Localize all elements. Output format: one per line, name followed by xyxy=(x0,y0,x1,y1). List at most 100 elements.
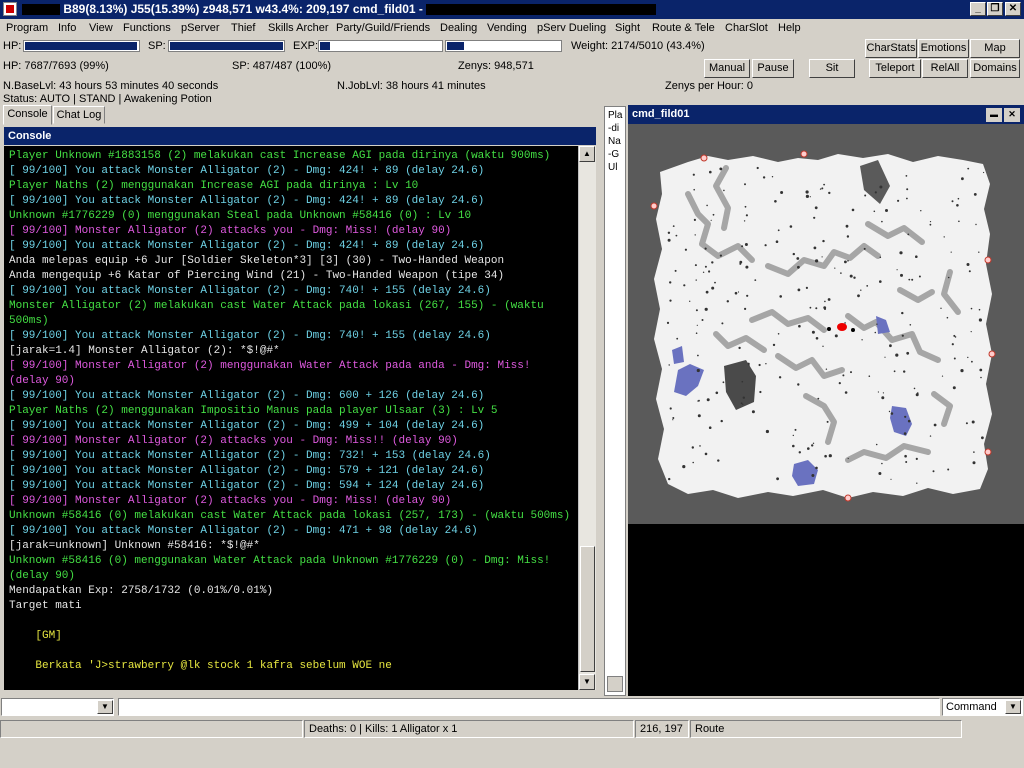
map-obstacle-dot xyxy=(739,262,742,265)
coords-status: 216, 197 xyxy=(635,720,689,738)
domains-button[interactable]: Domains xyxy=(970,59,1020,78)
map-obstacle-dot xyxy=(815,259,819,263)
menu-pserver[interactable]: pServer xyxy=(181,22,220,34)
map-view[interactable] xyxy=(628,124,1024,524)
map-obstacle-dot xyxy=(957,197,960,200)
console-scroll-thumb[interactable] xyxy=(580,546,595,672)
map-obstacle-dot xyxy=(813,246,817,250)
console-line: [ 99/100] You attack Monster Alligator (… xyxy=(9,525,478,537)
command-bar: ▼ Command ▼ xyxy=(0,697,1024,719)
map-obstacle-dot xyxy=(900,273,903,277)
menu-info[interactable]: Info xyxy=(58,22,76,34)
chat-target-dropdown-icon[interactable]: ▼ xyxy=(97,700,113,714)
map-obstacle-dot xyxy=(844,322,846,324)
menu-party-guild-friends[interactable]: Party/Guild/Friends xyxy=(336,22,430,34)
scroll-down-icon[interactable]: ▼ xyxy=(579,674,595,690)
console-scrollbar[interactable]: ▲ ▼ xyxy=(578,146,596,690)
tab-console[interactable]: Console xyxy=(3,105,52,125)
panel-grip-icon[interactable] xyxy=(607,676,623,692)
map-obstacle-dot xyxy=(947,276,950,279)
menu-charslot[interactable]: CharSlot xyxy=(725,22,768,34)
menu-program[interactable]: Program xyxy=(6,22,48,34)
relall-button[interactable]: RelAll xyxy=(922,59,968,78)
map-obstacle-dot xyxy=(929,221,932,223)
map-obstacle-dot xyxy=(764,244,767,247)
menu-vending[interactable]: Vending xyxy=(487,22,527,34)
map-obstacle-dot xyxy=(950,251,952,253)
map-obstacle-dot xyxy=(951,343,954,346)
console-line: [ 99/100] You attack Monster Alligator (… xyxy=(9,390,485,402)
map-obstacle-dot xyxy=(695,332,698,334)
map-obstacle-dot xyxy=(968,270,971,273)
map-obstacle-dot xyxy=(954,336,957,338)
map-obstacle-dot xyxy=(951,200,954,203)
player-list-panel[interactable]: Pla -di Na -G Ul xyxy=(604,106,626,696)
map-obstacle-dot xyxy=(943,236,945,238)
map-obstacle-dot xyxy=(667,231,671,234)
map-obstacle-dot xyxy=(965,422,968,425)
map-obstacle-dot xyxy=(719,167,723,171)
charstats-button[interactable]: CharStats xyxy=(865,39,917,58)
map-obstacle-dot xyxy=(915,255,918,258)
map-obstacle-dot xyxy=(726,300,729,303)
teleport-button[interactable]: Teleport xyxy=(869,59,921,78)
menu-pserv-dueling[interactable]: pServ Dueling xyxy=(537,22,606,34)
map-obstacle-dot xyxy=(881,396,885,400)
map-obstacle-dot xyxy=(846,235,850,238)
map-button[interactable]: Map xyxy=(970,39,1020,58)
map-obstacle-dot xyxy=(907,233,910,236)
map-obstacle-dot xyxy=(884,356,886,358)
weight-text: Weight: 2174/5010 (43.4%) xyxy=(571,40,705,52)
sit-button[interactable]: Sit xyxy=(809,59,855,78)
map-obstacle-dot xyxy=(675,234,678,237)
action-status: Route xyxy=(690,720,962,738)
map-obstacle-dot xyxy=(864,194,867,197)
command-input[interactable] xyxy=(118,698,940,716)
scroll-up-icon[interactable]: ▲ xyxy=(579,146,595,162)
map-obstacle-dot xyxy=(699,445,701,447)
menu-dealing[interactable]: Dealing xyxy=(440,22,477,34)
menu-help[interactable]: Help xyxy=(778,22,801,34)
maximize-button[interactable]: ❐ xyxy=(987,2,1003,16)
map-obstacle-dot xyxy=(909,324,912,326)
console-line: [ 99/100] Monster Alligator (2) attacks … xyxy=(9,495,452,507)
map-obstacle-dot xyxy=(814,206,818,210)
map-obstacle-dot xyxy=(708,270,711,273)
console-line: [ 99/100] You attack Monster Alligator (… xyxy=(9,195,485,207)
map-obstacle-dot xyxy=(771,176,774,178)
minimize-button[interactable]: _ xyxy=(970,2,986,16)
menu-functions[interactable]: Functions xyxy=(123,22,171,34)
map-obstacle-dot xyxy=(740,402,743,405)
emotions-button[interactable]: Emotions xyxy=(918,39,969,58)
menu-skills-archer[interactable]: Skills Archer xyxy=(268,22,329,34)
map-obstacle-dot xyxy=(929,435,932,437)
map-obstacle-dot xyxy=(920,210,922,212)
zeny-per-hour: Zenys per Hour: 0 xyxy=(665,80,754,92)
map-obstacle-dot xyxy=(915,457,918,460)
pause-button[interactable]: Pause xyxy=(752,59,794,78)
map-obstacle-dot xyxy=(693,218,696,221)
menu-route-tele[interactable]: Route & Tele xyxy=(652,22,715,34)
map-obstacle-dot xyxy=(669,281,672,284)
manual-button[interactable]: Manual xyxy=(704,59,750,78)
map-obstacle-dot xyxy=(952,386,956,390)
map-close-icon[interactable]: ✕ xyxy=(1004,108,1020,122)
close-button[interactable]: ✕ xyxy=(1005,2,1021,16)
tab-chat-log[interactable]: Chat Log xyxy=(53,106,105,124)
console-log[interactable]: Player Unknown #1883158 (2) melakukan ca… xyxy=(4,146,578,690)
map-obstacle-dot xyxy=(956,204,959,207)
map-minimize-icon[interactable]: ▬ xyxy=(986,108,1002,122)
map-obstacle-dot xyxy=(815,307,818,310)
command-mode-dropdown-icon[interactable]: ▼ xyxy=(1005,700,1021,714)
map-obstacle-dot xyxy=(695,309,698,312)
menu-thief[interactable]: Thief xyxy=(231,22,255,34)
map-obstacle-dot xyxy=(881,462,883,465)
menu-sight[interactable]: Sight xyxy=(615,22,640,34)
console-line: [jarak=1.4] Monster Alligator (2): *$!@#… xyxy=(9,345,280,357)
menu-view[interactable]: View xyxy=(89,22,113,34)
map-obstacle-dot xyxy=(879,280,882,283)
job-lvl-time: N.JobLvl: 38 hours 41 minutes xyxy=(337,80,486,92)
map-obstacle-dot xyxy=(694,234,696,236)
map-obstacle-dot xyxy=(826,420,829,423)
hp-text: HP: 7687/7693 (99%) xyxy=(3,60,109,72)
